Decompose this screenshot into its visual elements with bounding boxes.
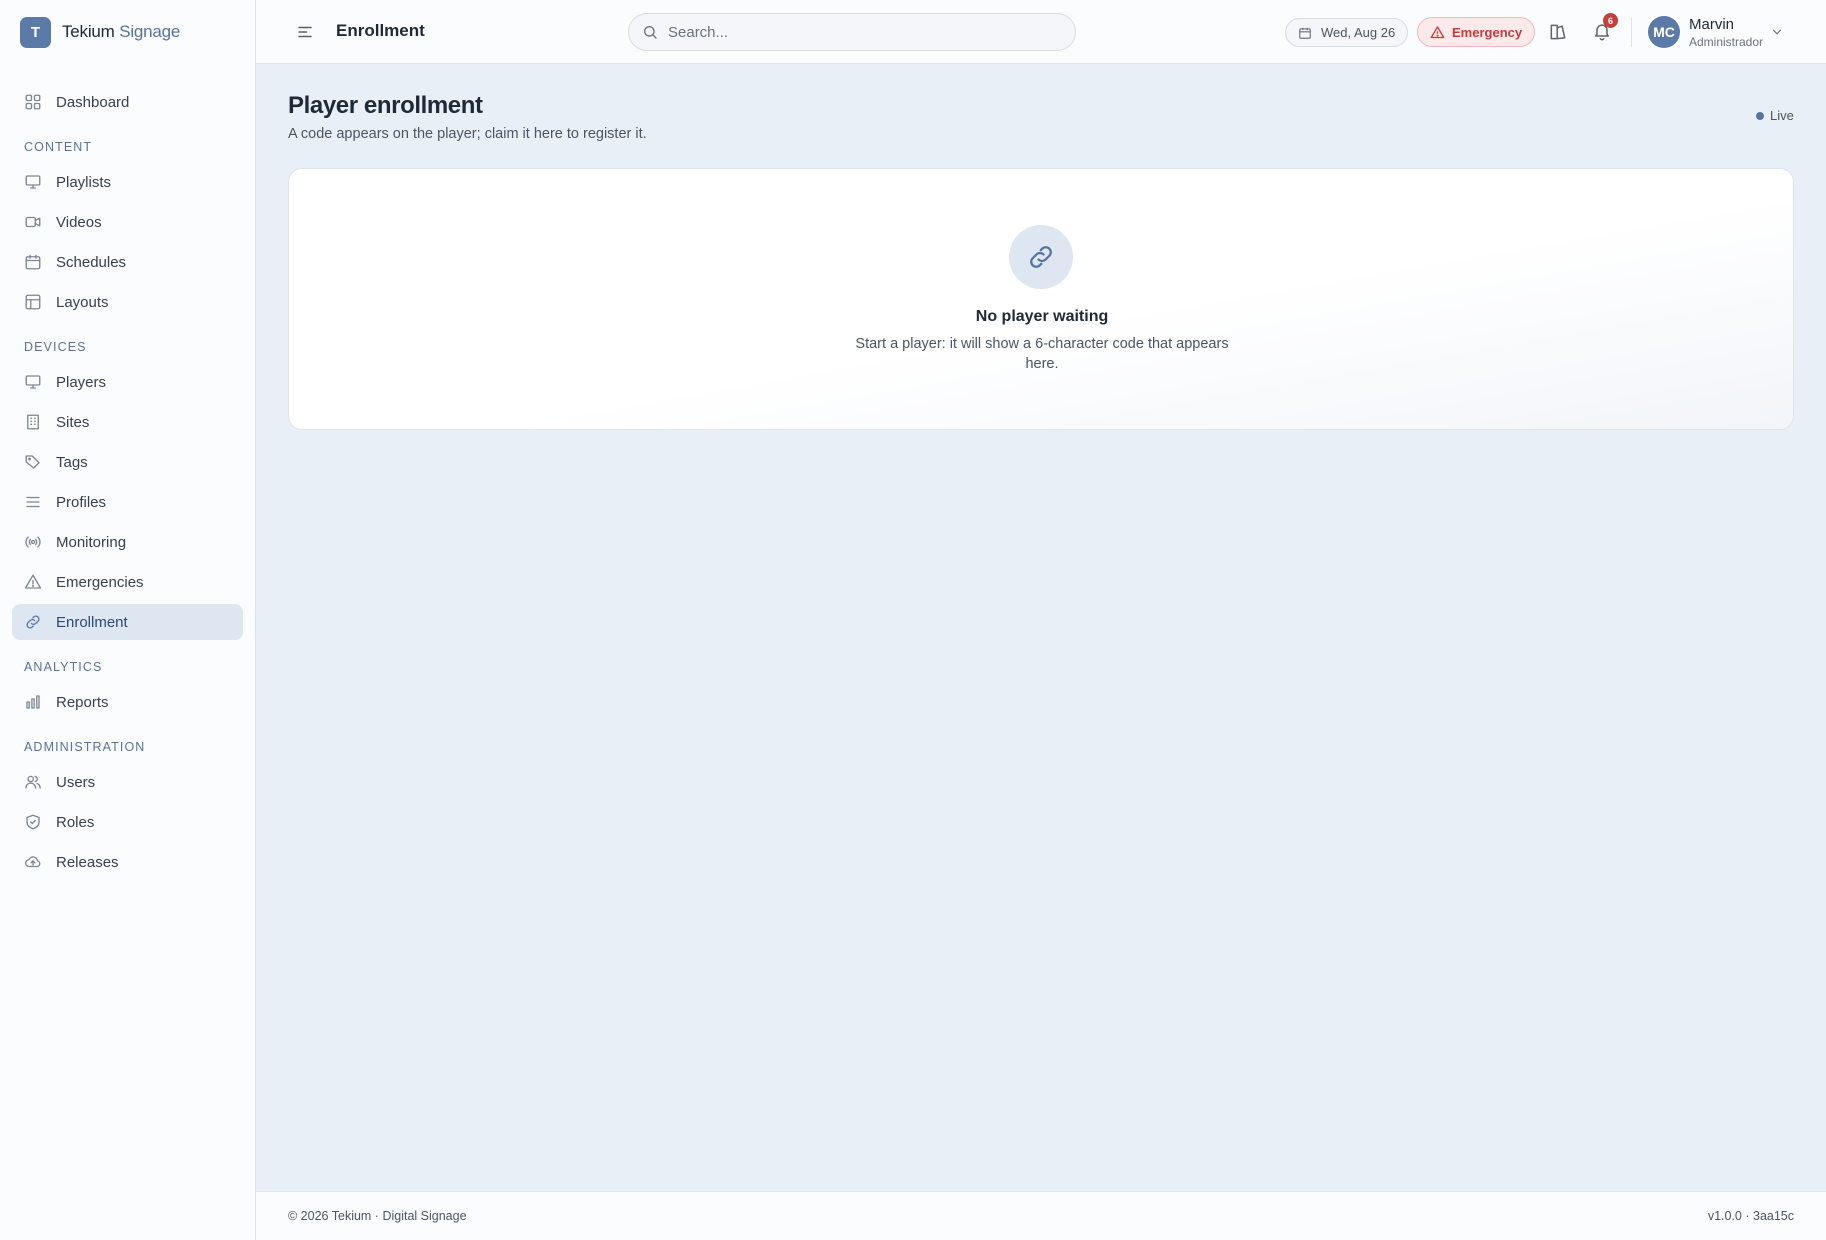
sidebar-item-label: Videos xyxy=(56,213,102,231)
monitor-icon xyxy=(24,373,42,391)
sidebar-item-label: Layouts xyxy=(56,293,109,311)
sidebar-item-playlists[interactable]: Playlists xyxy=(12,164,243,200)
sidebar-item-label: Emergencies xyxy=(56,573,144,591)
search-input[interactable] xyxy=(668,23,1048,41)
avatar[interactable]: MC xyxy=(1648,16,1680,48)
warning-icon xyxy=(1430,25,1445,40)
sidebar-item-emergencies[interactable]: Emergencies xyxy=(12,564,243,600)
search-box[interactable] xyxy=(628,13,1076,51)
sidebar-section-analytics: ANALYTICS xyxy=(24,660,103,674)
brand-name-accent: Signage xyxy=(119,22,181,41)
live-dot xyxy=(1756,111,1764,120)
sidebar: T Tekium Signage Dashboard CONTENT Playli… xyxy=(0,0,256,1240)
emergency-label: Emergency xyxy=(1452,24,1523,40)
page-subtitle: A code appears on the player; claim it h… xyxy=(288,126,647,142)
emergency-button[interactable]: Emergency xyxy=(1417,17,1536,47)
user-role: Administrador xyxy=(1689,35,1764,49)
page-title: Player enrollment xyxy=(288,92,483,119)
enrollment-card: No player waiting Start a player: it wil… xyxy=(288,168,1794,430)
header-divider xyxy=(1631,18,1632,47)
tag-icon xyxy=(24,453,42,471)
sidebar-item-label: Tags xyxy=(56,453,88,471)
sidebar-item-label: Monitoring xyxy=(56,533,127,551)
sidebar-item-roles[interactable]: Roles xyxy=(12,804,243,840)
footer-version: v1.0.0 · 3aa15c xyxy=(1707,1209,1794,1223)
link-icon xyxy=(1009,225,1073,289)
search-icon xyxy=(642,24,658,40)
date-chip[interactable]: Wed, Aug 26 xyxy=(1285,18,1409,47)
grid-icon xyxy=(24,93,42,111)
sidebar-item-reports[interactable]: Reports xyxy=(12,684,243,720)
brand[interactable]: T Tekium Signage xyxy=(20,16,180,48)
sidebar-item-videos[interactable]: Videos xyxy=(12,204,243,240)
sidebar-item-label: Playlists xyxy=(56,173,112,191)
empty-state-text: Start a player: it will show a 6-charact… xyxy=(855,336,1229,372)
sidebar-item-label: Releases xyxy=(56,853,119,871)
user-name[interactable]: Marvin xyxy=(1689,16,1734,33)
theme-toggle-icon[interactable] xyxy=(1548,22,1568,42)
sidebar-item-label: Profiles xyxy=(56,493,107,511)
live-indicator: Live xyxy=(1756,108,1794,123)
sidebar-item-tags[interactable]: Tags xyxy=(12,444,243,480)
header-title: Enrollment xyxy=(336,21,425,40)
date-label: Wed, Aug 26 xyxy=(1321,25,1396,40)
sidebar-item-schedules[interactable]: Schedules xyxy=(12,244,243,280)
sidebar-item-layouts[interactable]: Layouts xyxy=(12,284,243,320)
footer: © 2026 Tekium · Digital Signage v1.0.0 ·… xyxy=(256,1191,1826,1240)
sidebar-section-devices: DEVICES xyxy=(24,340,87,354)
live-label: Live xyxy=(1770,108,1794,123)
sidebar-item-players[interactable]: Players xyxy=(12,364,243,400)
chevron-down-icon[interactable] xyxy=(1770,25,1784,39)
calendar-icon xyxy=(24,253,42,271)
shield-icon xyxy=(24,813,42,831)
sidebar-item-enrollment[interactable]: Enrollment xyxy=(12,604,243,640)
sidebar-item-label: Reports xyxy=(56,693,109,711)
empty-state-title: No player waiting xyxy=(975,308,1109,325)
sidebar-item-releases[interactable]: Releases xyxy=(12,844,243,880)
sidebar-item-profiles[interactable]: Profiles xyxy=(12,484,243,520)
sidebar-item-label: Players xyxy=(56,373,107,391)
sidebar-item-users[interactable]: Users xyxy=(12,764,243,800)
cloud-upload-icon xyxy=(24,853,42,871)
sidebar-item-monitoring[interactable]: Monitoring xyxy=(12,524,243,560)
layout-icon xyxy=(24,293,42,311)
lines-icon xyxy=(24,493,42,511)
sidebar-item-label: Schedules xyxy=(56,253,127,271)
menu-toggle-icon[interactable] xyxy=(296,23,314,41)
sidebar-item-label: Dashboard xyxy=(56,93,130,111)
brand-name: Tekium Signage xyxy=(62,22,180,42)
building-icon xyxy=(24,413,42,431)
sidebar-section-administration: ADMINISTRATION xyxy=(24,740,146,754)
warning-icon xyxy=(24,573,42,591)
sidebar-item-sites[interactable]: Sites xyxy=(12,404,243,440)
users-icon xyxy=(24,773,42,791)
sidebar-item-label: Sites xyxy=(56,413,90,431)
bar-chart-icon xyxy=(24,693,42,711)
brand-logo: T xyxy=(20,16,51,48)
link-icon xyxy=(24,613,42,631)
sidebar-item-dashboard[interactable]: Dashboard xyxy=(12,84,243,120)
brand-name-primary: Tekium xyxy=(62,22,115,41)
monitor-icon xyxy=(24,173,42,191)
footer-copyright: © 2026 Tekium · Digital Signage xyxy=(288,1209,467,1223)
sidebar-item-label: Roles xyxy=(56,813,95,831)
broadcast-icon xyxy=(24,533,42,551)
calendar-icon xyxy=(1298,26,1312,40)
sidebar-section-content: CONTENT xyxy=(24,140,93,154)
top-bar: Enrollment Wed, Aug 26 Emergency 6 MC Ma… xyxy=(256,0,1826,64)
sidebar-item-label: Enrollment xyxy=(56,613,128,631)
sidebar-item-label: Users xyxy=(56,773,96,791)
sidebar-nav: Dashboard CONTENT Playlists Videos Schedule… xyxy=(12,84,243,884)
video-icon xyxy=(24,213,42,231)
notification-badge: 6 xyxy=(1603,13,1618,28)
